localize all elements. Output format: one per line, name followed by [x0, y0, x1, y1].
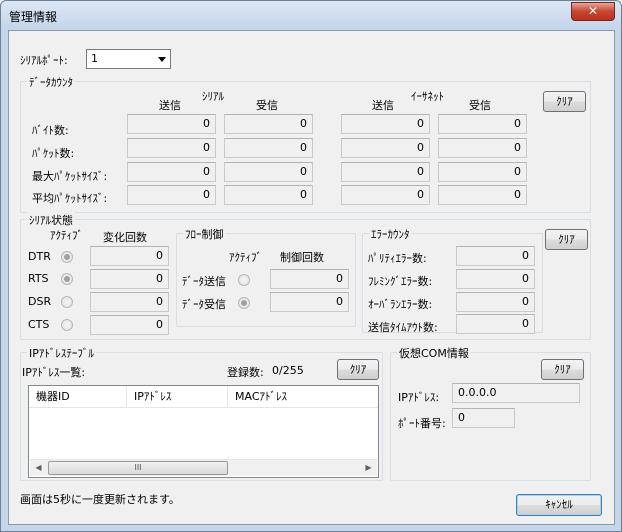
ip-list-label: IPｱﾄﾞﾚｽ一覧:: [22, 366, 86, 379]
bytes-serial-send: 0: [127, 114, 216, 134]
rts-label: RTS: [28, 272, 49, 285]
packets-eth-send: 0: [341, 138, 430, 158]
registered-count-value: 0/255: [272, 364, 304, 377]
ip-table-clear-button[interactable]: ｸﾘｱ: [337, 359, 379, 380]
eth-recv-header: 受信: [469, 99, 491, 112]
virtual-port-label: ﾎﾟｰﾄ番号:: [398, 417, 446, 430]
send-timeout-label: 送信ﾀｲﾑｱｳﾄ数:: [368, 321, 438, 334]
dtr-label: DTR: [28, 250, 51, 263]
data-counter-clear-button[interactable]: ｸﾘｱ: [543, 91, 586, 112]
serial-status-group: ｼﾘｱﾙ状態 ｱｸﾃｨﾌﾞ 変化回数 DTR 0 RTS 0 DSR 0 CTS…: [20, 212, 591, 340]
cts-count: 0: [90, 315, 169, 335]
avg-packet-serial-send: 0: [127, 185, 216, 205]
flow-control-group: ﾌﾛｰ制御 ｱｸﾃｨﾌﾞ 制御回数 ﾃﾞｰﾀ送信 0 ﾃﾞｰﾀ受信 0: [176, 226, 356, 327]
overrun-error-value: 0: [456, 292, 535, 312]
dsr-active-indicator: [61, 296, 73, 308]
rts-count: 0: [90, 269, 169, 289]
dtr-count: 0: [90, 246, 169, 266]
send-timeout-value: 0: [456, 314, 535, 334]
dsr-count: 0: [90, 292, 169, 312]
registered-count-label: 登録数:: [227, 366, 264, 379]
virtual-com-title: 仮想COM情報: [397, 345, 471, 361]
serial-port-value: 1: [91, 52, 98, 65]
avg-packet-eth-send: 0: [341, 185, 430, 205]
flow-data-recv-label: ﾃﾞｰﾀ受信: [182, 298, 226, 311]
error-counter-group: ｴﾗｰｶｳﾝﾀ ﾊﾟﾘﾃｨｴﾗｰ数: 0 ﾌﾚﾐﾝｸﾞｴﾗｰ数: 0 ｵｰﾊﾞﾗ…: [362, 226, 543, 334]
virtual-com-group: 仮想COM情報 ｸﾘｱ IPｱﾄﾞﾚｽ: 0.0.0.0 ﾎﾟｰﾄ番号: 0: [390, 345, 591, 481]
column-header-mac-address[interactable]: MACｱﾄﾞﾚｽ: [228, 386, 378, 408]
ip-table-group: IPｱﾄﾞﾚｽﾃｰﾌﾞﾙ IPｱﾄﾞﾚｽ一覧: 登録数: 0/255 ｸﾘｱ 機…: [20, 345, 383, 481]
row-label-max-packet: 最大ﾊﾟｹｯﾄｻｲｽﾞ:: [32, 170, 108, 183]
ip-address-list[interactable]: 機器ID IPｱﾄﾞﾚｽ MACｱﾄﾞﾚｽ ◀ III ▶: [28, 385, 379, 478]
serial-recv-header: 受信: [256, 99, 278, 112]
row-label-avg-packet: 平均ﾊﾟｹｯﾄｻｲｽﾞ:: [32, 192, 108, 205]
framing-error-label: ﾌﾚﾐﾝｸﾞｴﾗｰ数:: [368, 275, 433, 288]
flow-count-header: 制御回数: [280, 251, 324, 264]
parity-error-label: ﾊﾟﾘﾃｨｴﾗｰ数:: [368, 252, 427, 265]
window-title: 管理情報: [9, 10, 58, 24]
flow-data-recv-indicator: [238, 297, 250, 309]
serial-status-title: ｼﾘｱﾙ状態: [27, 212, 75, 228]
packets-serial-send: 0: [127, 138, 216, 158]
flow-data-send-count: 0: [270, 269, 349, 289]
serial-count-header: 変化回数: [103, 231, 147, 244]
framing-error-value: 0: [456, 269, 535, 289]
max-packet-serial-send: 0: [127, 162, 216, 182]
horizontal-scrollbar[interactable]: ◀ III ▶: [30, 459, 377, 476]
column-header-ip-address[interactable]: IPｱﾄﾞﾚｽ: [127, 386, 228, 408]
dtr-active-indicator: [61, 251, 73, 263]
virtual-com-clear-button[interactable]: ｸﾘｱ: [541, 359, 584, 380]
flow-active-header: ｱｸﾃｨﾌﾞ: [229, 251, 262, 264]
flow-data-send-indicator: [238, 274, 250, 286]
bytes-eth-recv: 0: [438, 114, 527, 134]
max-packet-serial-recv: 0: [224, 162, 313, 182]
chevron-down-icon[interactable]: [158, 57, 166, 62]
virtual-ip-value: 0.0.0.0: [452, 383, 580, 403]
serial-port-label: ｼﾘｱﾙﾎﾟｰﾄ:: [20, 54, 68, 67]
serial-send-header: 送信: [159, 99, 181, 112]
serial-active-header: ｱｸﾃｨﾌﾞ: [50, 229, 83, 242]
packets-eth-recv: 0: [438, 138, 527, 158]
serial-port-select[interactable]: 1: [86, 49, 171, 69]
data-counter-title: ﾃﾞｰﾀｶｳﾝﾀ: [27, 74, 75, 90]
parity-error-value: 0: [456, 246, 535, 266]
flow-control-title: ﾌﾛｰ制御: [183, 226, 226, 242]
column-header-device-id[interactable]: 機器ID: [29, 386, 127, 408]
virtual-port-value: 0: [452, 408, 515, 428]
max-packet-eth-recv: 0: [438, 162, 527, 182]
virtual-ip-label: IPｱﾄﾞﾚｽ:: [398, 391, 440, 404]
packets-serial-recv: 0: [224, 138, 313, 158]
title-bar[interactable]: 管理情報 ✕: [1, 1, 621, 29]
dialog-client-area: ｼﾘｱﾙﾎﾟｰﾄ: 1 ﾃﾞｰﾀｶｳﾝﾀ ｼﾘｱﾙ ｲｰｻﾈｯﾄ 送信 受信 送…: [8, 30, 615, 525]
flow-data-recv-count: 0: [270, 292, 349, 312]
serial-header: ｼﾘｱﾙ: [202, 90, 224, 103]
max-packet-eth-send: 0: [341, 162, 430, 182]
bytes-serial-recv: 0: [224, 114, 313, 134]
scroll-right-arrow-icon[interactable]: ▶: [360, 460, 377, 476]
row-label-bytes: ﾊﾞｲﾄ数:: [32, 124, 69, 137]
data-counter-group: ﾃﾞｰﾀｶｳﾝﾀ ｼﾘｱﾙ ｲｰｻﾈｯﾄ 送信 受信 送信 受信 ｸﾘｱ ﾊﾞｲ…: [20, 74, 591, 213]
overrun-error-label: ｵｰﾊﾞﾗﾝｴﾗｰ数:: [368, 298, 433, 311]
rts-active-indicator: [61, 273, 73, 285]
error-counter-title: ｴﾗｰｶｳﾝﾀ: [369, 226, 412, 242]
dialog-window: 管理情報 ✕ ｼﾘｱﾙﾎﾟｰﾄ: 1 ﾃﾞｰﾀｶｳﾝﾀ ｼﾘｱﾙ ｲｰｻﾈｯﾄ …: [0, 0, 622, 532]
refresh-note: 画面は5秒に一度更新されます。: [20, 493, 180, 506]
bytes-eth-send: 0: [341, 114, 430, 134]
avg-packet-serial-recv: 0: [224, 185, 313, 205]
cts-label: CTS: [28, 318, 50, 331]
close-button[interactable]: ✕: [571, 2, 615, 21]
eth-send-header: 送信: [372, 99, 394, 112]
list-header: 機器ID IPｱﾄﾞﾚｽ MACｱﾄﾞﾚｽ: [29, 386, 378, 408]
avg-packet-eth-recv: 0: [438, 185, 527, 205]
scrollbar-thumb[interactable]: III: [48, 461, 228, 475]
ethernet-header: ｲｰｻﾈｯﾄ: [411, 90, 444, 103]
flow-data-send-label: ﾃﾞｰﾀ送信: [182, 275, 226, 288]
scroll-left-arrow-icon[interactable]: ◀: [30, 460, 47, 476]
dsr-label: DSR: [28, 295, 52, 308]
ip-table-title: IPｱﾄﾞﾚｽﾃｰﾌﾞﾙ: [27, 345, 96, 361]
error-counter-clear-button[interactable]: ｸﾘｱ: [545, 229, 588, 250]
cts-active-indicator: [61, 319, 73, 331]
row-label-packets: ﾊﾟｹｯﾄ数:: [32, 147, 75, 160]
cancel-button[interactable]: ｷｬﾝｾﾙ: [516, 494, 602, 516]
